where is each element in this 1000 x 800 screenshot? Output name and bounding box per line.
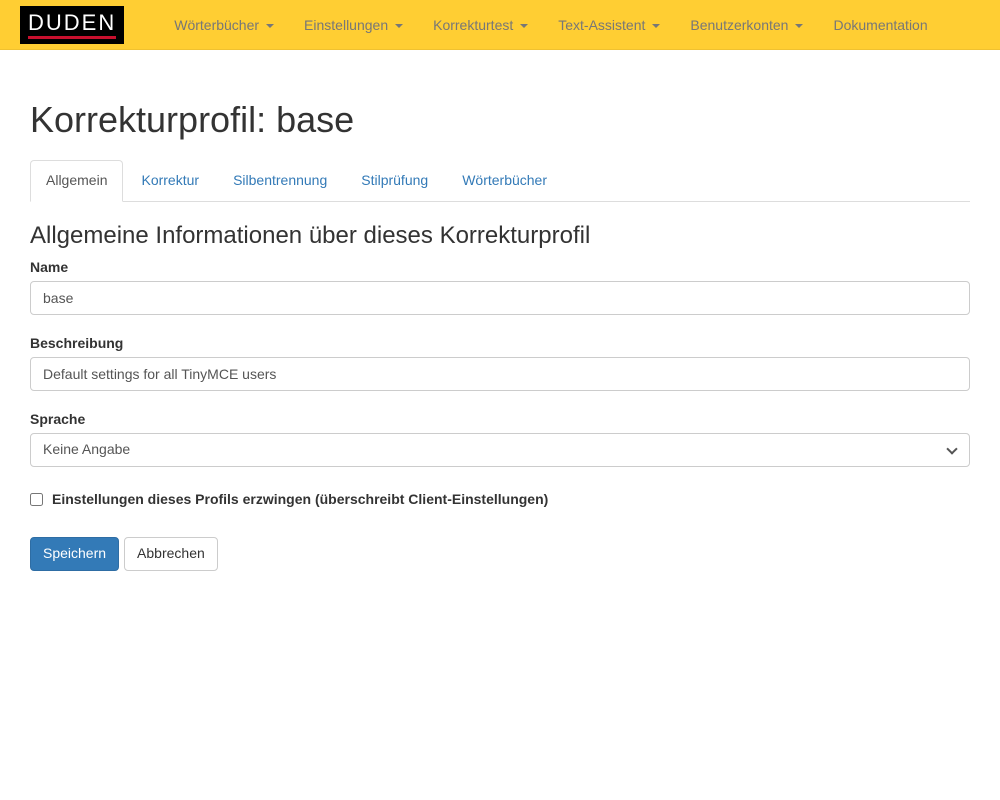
profile-form: Name Beschreibung Sprache Keine Angabe E… xyxy=(30,259,970,571)
menu-item-label: Wörterbücher xyxy=(174,17,259,33)
save-button[interactable]: Speichern xyxy=(30,537,119,571)
menu-item-einstellungen[interactable]: Einstellungen xyxy=(289,0,418,50)
menu-item-label: Dokumentation xyxy=(833,17,927,33)
language-label: Sprache xyxy=(30,411,85,427)
language-select-wrap: Keine Angabe xyxy=(30,433,970,467)
force-profile-checkbox-label: Einstellungen dieses Profils erzwingen (… xyxy=(52,491,548,507)
cancel-button[interactable]: Abbrechen xyxy=(124,537,218,571)
menu-item-label: Einstellungen xyxy=(304,17,388,33)
form-actions: Speichern Abbrechen xyxy=(30,537,970,571)
menu-item-label: Korrekturtest xyxy=(433,17,513,33)
main-content: Korrekturprofil: base Allgemein Korrektu… xyxy=(15,100,985,571)
caret-down-icon xyxy=(795,24,803,28)
menu-item-dokumentation[interactable]: Dokumentation xyxy=(818,0,942,50)
tab-woerterbuecher[interactable]: Wörterbücher xyxy=(446,160,563,202)
description-field-group: Beschreibung xyxy=(30,335,970,391)
profile-tabs: Allgemein Korrektur Silbentrennung Stilp… xyxy=(30,160,970,202)
caret-down-icon xyxy=(520,24,528,28)
menu-item-korrekturtest[interactable]: Korrekturtest xyxy=(418,0,543,50)
caret-down-icon xyxy=(395,24,403,28)
language-field-group: Sprache Keine Angabe xyxy=(30,411,970,467)
duden-logo-underline xyxy=(28,36,116,39)
main-menu: Wörterbücher Einstellungen Korrekturtest… xyxy=(159,0,942,50)
tab-korrektur[interactable]: Korrektur xyxy=(125,160,215,202)
name-label: Name xyxy=(30,259,68,275)
name-input[interactable] xyxy=(30,281,970,315)
caret-down-icon xyxy=(266,24,274,28)
duden-logo-text: DUDEN xyxy=(28,12,116,34)
language-select[interactable]: Keine Angabe xyxy=(30,433,970,467)
menu-item-woerterbuecher[interactable]: Wörterbücher xyxy=(159,0,289,50)
section-heading: Allgemeine Informationen über dieses Kor… xyxy=(30,223,970,249)
duden-logo[interactable]: DUDEN xyxy=(20,6,124,44)
menu-item-benutzerkonten[interactable]: Benutzerkonten xyxy=(675,0,818,50)
tab-silbentrennung[interactable]: Silbentrennung xyxy=(217,160,343,202)
page-title: Korrekturprofil: base xyxy=(30,100,970,140)
tab-stilpruefung[interactable]: Stilprüfung xyxy=(345,160,444,202)
description-label: Beschreibung xyxy=(30,335,123,351)
menu-item-text-assistent[interactable]: Text-Assistent xyxy=(543,0,675,50)
description-input[interactable] xyxy=(30,357,970,391)
caret-down-icon xyxy=(652,24,660,28)
force-profile-checkbox-row[interactable]: Einstellungen dieses Profils erzwingen (… xyxy=(30,491,970,507)
force-profile-checkbox[interactable] xyxy=(30,493,43,506)
tab-allgemein[interactable]: Allgemein xyxy=(30,160,123,202)
top-navbar: DUDEN Wörterbücher Einstellungen Korrekt… xyxy=(0,0,1000,50)
name-field-group: Name xyxy=(30,259,970,315)
menu-item-label: Benutzerkonten xyxy=(690,17,788,33)
menu-item-label: Text-Assistent xyxy=(558,17,645,33)
